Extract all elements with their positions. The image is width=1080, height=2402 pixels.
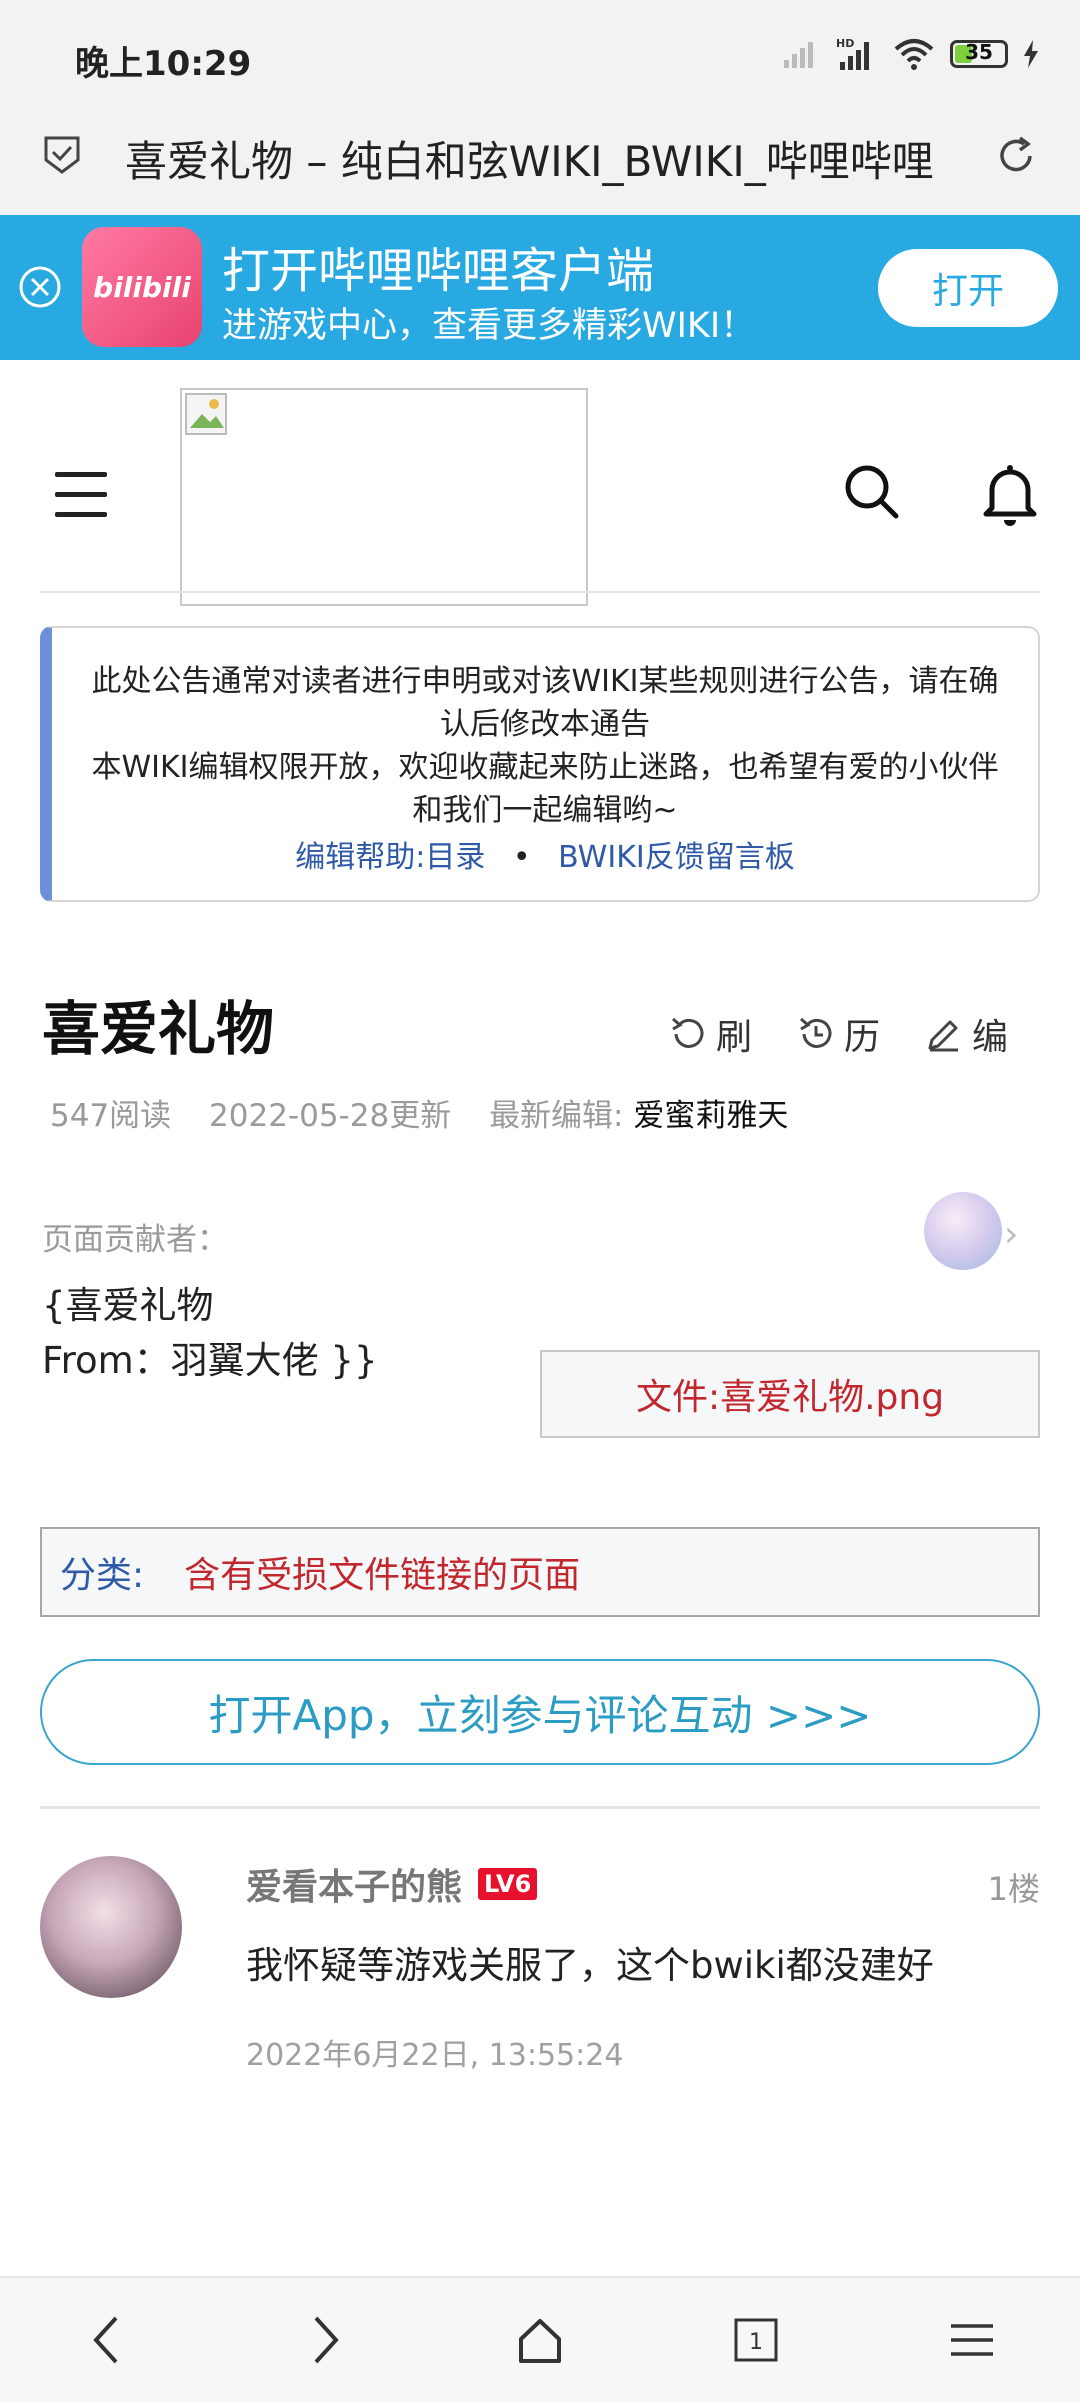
contributor-avatar[interactable] (924, 1192, 1002, 1270)
edit-button[interactable]: 编 (924, 1008, 1008, 1060)
link-separator: • (512, 840, 531, 875)
refresh-icon[interactable] (992, 132, 1040, 180)
status-bar: 晚上10:29 HD 35 (0, 0, 1080, 110)
notice-box: 此处公告通常对读者进行申明或对该WIKI某些规则进行公告，请在确认后修改本通告 … (40, 626, 1040, 902)
template-line-2: From：羽翼大佬 }} (42, 1339, 378, 1382)
home-button[interactable] (504, 2304, 576, 2376)
shield-check-icon[interactable] (40, 132, 84, 176)
browser-bottom-nav: 1 (0, 2276, 1080, 2402)
charging-icon (1024, 40, 1038, 68)
open-app-banner-button[interactable]: 打开 (878, 249, 1058, 327)
edit-pencil-icon (928, 1020, 959, 1052)
contributors-label: 页面贡献者： (42, 1222, 228, 1258)
notice-text: 此处公告通常对读者进行申明或对该WIKI某些规则进行公告，请在确认后修改本通告 … (82, 660, 1008, 832)
edit-label: 编 (972, 1017, 1009, 1058)
category-label[interactable]: 分类: (60, 1546, 144, 1598)
browser-menu-button[interactable] (936, 2304, 1008, 2376)
page-title: 喜爱礼物 (42, 995, 275, 1063)
page-url-title[interactable]: 喜爱礼物 – 纯白和弦WIKI_BWIKI_哔哩哔哩 (125, 128, 955, 189)
chevron-right-icon[interactable]: › (1004, 1214, 1018, 1255)
template-line-1: {喜爱礼物 (42, 1284, 214, 1327)
forward-button[interactable] (288, 2304, 360, 2376)
refresh-button[interactable]: 刷 (668, 1008, 752, 1060)
status-time: 晚上10:29 (75, 44, 252, 84)
svg-text:HD: HD (836, 37, 854, 50)
status-icons: HD 35 (782, 32, 1040, 76)
level-badge: LV6 (478, 1868, 538, 1900)
address-bar: 喜爱礼物 – 纯白和弦WIKI_BWIKI_哔哩哔哩 (0, 110, 1080, 215)
category-link[interactable]: 含有受损文件链接的页面 (184, 1546, 580, 1598)
page-actions: 刷 历 编 (668, 1008, 1008, 1060)
battery-icon: 35 (950, 40, 1008, 68)
broken-image-icon (185, 393, 227, 435)
battery-percent: 35 (965, 40, 993, 64)
notice-line-1: 此处公告通常对读者进行申明或对该WIKI某些规则进行公告，请在确认后修改本通告 (91, 664, 999, 742)
banner-subtitle: 进游戏中心，查看更多精彩WIKI！ (222, 306, 756, 346)
latest-editor-label: 最新编辑: (489, 1098, 624, 1134)
page-meta: 547阅读 2022-05-28更新 最新编辑: 爱蜜莉雅天 (50, 1090, 788, 1135)
edit-help-link[interactable]: 编辑帮助:目录 (295, 840, 485, 875)
commenter-username[interactable]: 爱看本子的熊 (246, 1858, 462, 1910)
tab-count: 1 (749, 2330, 763, 2355)
hamburger-menu-icon[interactable] (55, 472, 107, 522)
tabs-icon: 1 (734, 2318, 778, 2362)
notice-line-2: 本WIKI编辑权限开放，欢迎收藏起来防止迷路，也希望有爱的小伙伴和我们一起编辑哟… (91, 750, 999, 828)
refresh-icon (672, 1017, 704, 1048)
comment-header: 爱看本子的熊 LV6 (246, 1858, 538, 1910)
banner-title: 打开哔哩哔哩客户端 (222, 243, 655, 299)
site-logo-broken-image[interactable] (180, 388, 588, 606)
bell-icon[interactable] (980, 462, 1040, 528)
tabs-button[interactable]: 1 (720, 2304, 792, 2376)
history-clock-icon (800, 1017, 832, 1048)
menu-icon (951, 2324, 993, 2356)
hd-signal-icon: HD (836, 37, 869, 70)
search-icon[interactable] (842, 462, 902, 522)
updated-date: 2022-05-28更新 (209, 1098, 452, 1134)
view-count: 547阅读 (50, 1098, 172, 1134)
chevron-left-icon (93, 2316, 118, 2364)
comment-floor: 1楼 (987, 1870, 1040, 1908)
comment-timestamp: 2022年6月22日, 13:55:24 (246, 2038, 624, 2073)
notice-links: 编辑帮助:目录 • BWIKI反馈留言板 (52, 832, 1038, 876)
latest-editor-link[interactable]: 爱蜜莉雅天 (633, 1098, 788, 1134)
template-text: {喜爱礼物 From：羽翼大佬 }} (42, 1278, 378, 1388)
app-promo-banner: bilibili 打开哔哩哔哩客户端 进游戏中心，查看更多精彩WIKI！ 打开 (0, 215, 1080, 360)
bilibili-logo-text: bilibili (93, 271, 191, 304)
wifi-icon (894, 39, 934, 70)
home-icon (519, 2319, 561, 2363)
signal-weak-icon (784, 42, 813, 68)
feedback-board-link[interactable]: BWIKI反馈留言板 (558, 840, 795, 875)
back-button[interactable] (72, 2304, 144, 2376)
chevron-right-icon (314, 2316, 339, 2364)
open-app-comment-button[interactable]: 打开App，立刻参与评论互动 >>> (40, 1659, 1040, 1765)
commenter-avatar[interactable] (40, 1856, 182, 1998)
broken-file-link[interactable]: 文件:喜爱礼物.png (540, 1350, 1040, 1438)
history-button[interactable]: 历 (796, 1008, 880, 1060)
refresh-label: 刷 (716, 1017, 753, 1058)
comment-text: 我怀疑等游戏关服了，这个bwiki都没建好 (246, 1944, 934, 1987)
bilibili-logo[interactable]: bilibili (82, 227, 202, 347)
close-icon[interactable] (18, 265, 62, 309)
category-bar: 分类: 含有受损文件链接的页面 (40, 1527, 1040, 1617)
history-label: 历 (844, 1017, 881, 1058)
comments-divider (40, 1806, 1040, 1809)
header-divider (40, 591, 1040, 593)
